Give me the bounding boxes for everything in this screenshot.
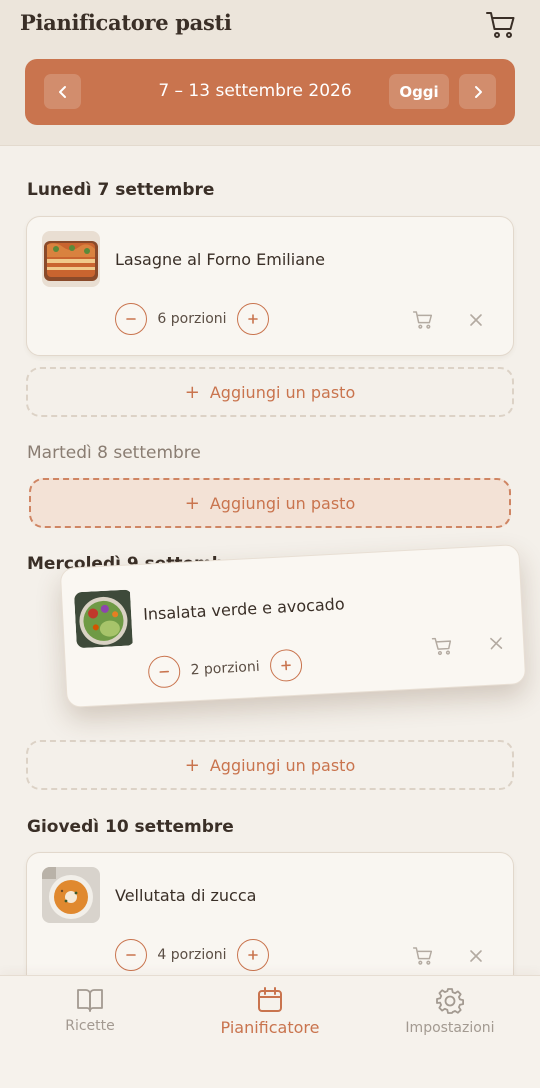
add-to-cart-button[interactable] — [410, 307, 436, 333]
shopping-cart-icon — [412, 947, 433, 965]
add-meal-button[interactable]: + Aggiungi un pasto — [26, 367, 514, 417]
nav-item-ricette[interactable]: Ricette — [10, 986, 170, 1034]
shopping-cart-icon — [486, 12, 515, 38]
add-meal-drop-target[interactable]: + Aggiungi un pasto — [29, 478, 511, 528]
decrease-portions-button[interactable] — [147, 654, 182, 689]
page-title: Pianificatore pasti — [20, 10, 232, 35]
close-icon — [470, 950, 482, 962]
add-meal-label: Aggiungi un pasto — [209, 382, 356, 402]
add-to-cart-button[interactable] — [410, 943, 436, 969]
increase-portions-button[interactable] — [269, 648, 303, 683]
shopping-cart-button[interactable] — [484, 8, 518, 42]
plus-icon: + — [184, 754, 200, 776]
calendar-icon — [258, 987, 282, 1012]
next-week-button[interactable] — [459, 74, 496, 109]
day-title-thursday: Giovedì 10 settembre — [27, 817, 234, 837]
week-range-label: 7 – 13 settembre 2026 — [158, 81, 352, 101]
meal-name: Lasagne al Forno Emiliane — [115, 250, 325, 269]
plus-icon — [248, 950, 258, 960]
shopping-cart-icon — [431, 637, 452, 656]
decrease-portions-button[interactable] — [115, 939, 147, 971]
meal-card[interactable]: Vellutata di zucca 4 porzioni — [26, 852, 514, 992]
minus-icon — [126, 954, 136, 956]
portion-stepper: 6 porzioni — [115, 303, 269, 335]
day-title-monday: Lunedì 7 settembre — [27, 180, 215, 200]
chevron-left-icon — [58, 85, 66, 98]
chevron-right-icon — [474, 85, 482, 98]
previous-week-button[interactable] — [44, 74, 81, 109]
lasagne-image — [42, 231, 100, 287]
top-bar: Pianificatore pasti 7 – 13 settembre 202… — [0, 0, 540, 146]
minus-icon — [126, 318, 136, 320]
meal-card[interactable]: Lasagne al Forno Emiliane 6 porzioni — [26, 216, 514, 356]
close-icon — [470, 314, 482, 326]
add-meal-button[interactable]: + Aggiungi un pasto — [26, 740, 514, 790]
plus-icon — [281, 660, 291, 671]
plus-icon — [248, 314, 258, 324]
soup-image — [42, 867, 100, 923]
close-icon — [490, 637, 503, 650]
add-meal-label: Aggiungi un pasto — [209, 493, 356, 513]
bottom-navigation: Ricette Pianificatore Impostazioni — [0, 975, 540, 1088]
week-navigator: 7 – 13 settembre 2026 Oggi — [25, 59, 515, 125]
portions-count: 2 porzioni — [190, 658, 261, 679]
portion-stepper: 4 porzioni — [115, 939, 269, 971]
salad-image — [73, 589, 135, 649]
increase-portions-button[interactable] — [237, 939, 269, 971]
increase-portions-button[interactable] — [237, 303, 269, 335]
portion-stepper: 2 porzioni — [147, 648, 303, 689]
nav-label: Impostazioni — [405, 1020, 495, 1036]
nav-item-impostazioni[interactable]: Impostazioni — [370, 986, 530, 1036]
nav-label: Ricette — [65, 1018, 115, 1034]
shopping-cart-icon — [412, 311, 433, 329]
meal-name: Vellutata di zucca — [115, 886, 257, 905]
portions-count: 6 porzioni — [157, 311, 227, 327]
plus-icon: + — [184, 492, 200, 514]
nav-item-pianificatore[interactable]: Pianificatore — [190, 986, 350, 1037]
dragged-meal-card[interactable]: Insalata verde e avocado 2 porzioni — [59, 544, 527, 708]
portions-count: 4 porzioni — [157, 947, 227, 963]
minus-icon — [159, 670, 170, 673]
book-icon — [77, 989, 103, 1012]
meal-name: Insalata verde e avocado — [142, 594, 346, 624]
remove-meal-button[interactable] — [463, 943, 489, 969]
remove-meal-button[interactable] — [483, 630, 510, 657]
add-to-cart-button[interactable] — [429, 633, 456, 660]
nav-label: Pianificatore — [220, 1018, 320, 1037]
gear-icon — [436, 988, 464, 1014]
today-button[interactable]: Oggi — [389, 74, 449, 109]
add-meal-label: Aggiungi un pasto — [209, 755, 356, 775]
remove-meal-button[interactable] — [463, 307, 489, 333]
plus-icon: + — [184, 381, 200, 403]
decrease-portions-button[interactable] — [115, 303, 147, 335]
day-title-tuesday: Martedì 8 settembre — [27, 443, 201, 463]
